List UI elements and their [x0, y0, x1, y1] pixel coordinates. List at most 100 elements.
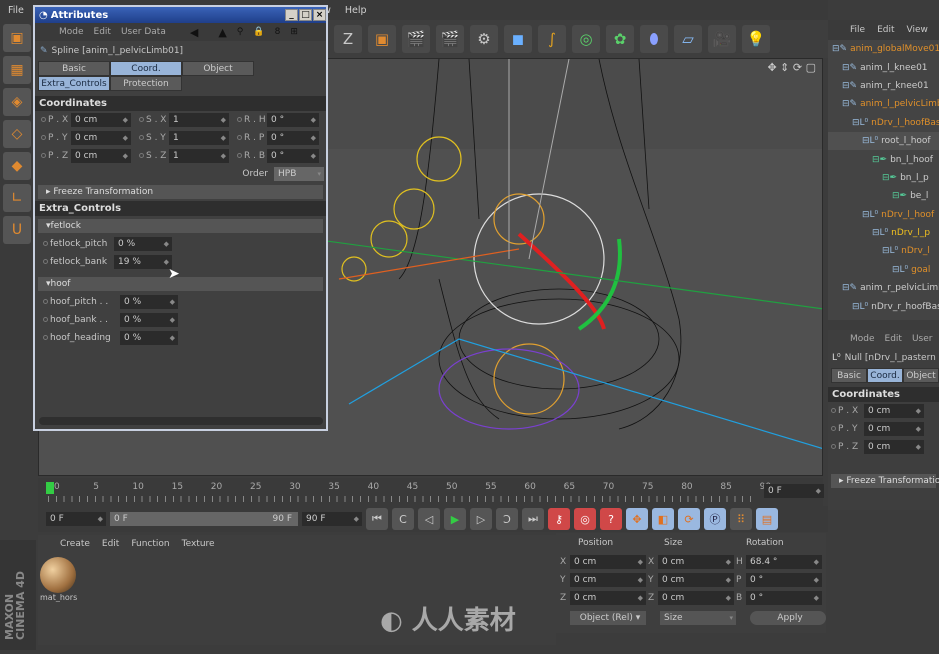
goto-start-icon[interactable]: ⏮: [366, 508, 388, 530]
points-icon[interactable]: ◈: [3, 88, 31, 116]
object-tree-item[interactable]: ⊟✎ anim_r_pelvicLimb: [828, 279, 939, 297]
animation-dot-icon[interactable]: [237, 135, 242, 140]
object-tree-item[interactable]: ⊟✎ anim_l_knee01: [828, 58, 939, 76]
maximize-button[interactable]: □: [299, 9, 312, 21]
mat-menu-edit[interactable]: Edit: [102, 539, 119, 549]
scale-key-icon[interactable]: ◧: [652, 508, 674, 530]
animation-dot-icon[interactable]: [43, 259, 48, 264]
object-tree-item[interactable]: ⊟L⁰ nDrv_l: [828, 242, 939, 260]
spinner-icon[interactable]: ◆: [123, 116, 128, 124]
menu-user-data[interactable]: User Data: [121, 27, 166, 37]
apply-button[interactable]: Apply: [750, 611, 826, 625]
start-frame-field[interactable]: 0 F ◆: [46, 512, 106, 526]
record-key-icon[interactable]: ⚷: [548, 508, 570, 530]
coord-manager-field[interactable]: 0 cm ◆: [570, 591, 646, 605]
menu-mode[interactable]: Mode: [59, 27, 84, 37]
nurbs-icon[interactable]: ◎: [572, 25, 600, 53]
spinner-icon[interactable]: ◆: [164, 258, 169, 266]
object-tree-item[interactable]: ⊟✎ anim_r_knee01: [828, 77, 939, 95]
tab-coord[interactable]: Coord.: [110, 61, 182, 76]
control-field[interactable]: 0 % ◆: [120, 295, 178, 309]
om-menu-view[interactable]: View: [907, 25, 928, 35]
object-tree-item[interactable]: ⊟✒ bn_l_p: [828, 169, 939, 187]
spinner-icon[interactable]: ◆: [354, 515, 359, 523]
end-frame-field[interactable]: 90 F ◆: [302, 512, 362, 526]
object-tree-item[interactable]: ⊟✎anim_l_pelvicLimb01: [828, 95, 939, 113]
render-settings-icon[interactable]: ⚙: [470, 25, 498, 53]
object-tree-item[interactable]: ⊟✎ anim_globalMove01: [828, 40, 939, 58]
object-tree-item[interactable]: ⊟✒ be_l: [828, 187, 939, 205]
autokey-icon[interactable]: ◎: [574, 508, 596, 530]
coord-manager-field[interactable]: 0 ° ◆: [746, 591, 822, 605]
coord-manager-field[interactable]: 0 cm ◆: [658, 573, 734, 587]
spinner-icon[interactable]: ◆: [123, 152, 128, 160]
coord-mode-dropdown[interactable]: Object (Rel) ▾: [570, 611, 646, 625]
animation-dot-icon[interactable]: [139, 135, 144, 140]
spinner-icon[interactable]: ◆: [164, 240, 169, 248]
attributes-titlebar[interactable]: ◔ Attributes _ □ ×: [35, 7, 326, 23]
spinner-icon[interactable]: ◆: [816, 487, 821, 495]
timeline[interactable]: 051015202530354045505560657075808590 0 F…: [38, 478, 824, 508]
animation-dot-icon[interactable]: [139, 117, 144, 122]
control-field[interactable]: 0 % ◆: [114, 237, 172, 251]
spinner-icon[interactable]: ◆: [726, 594, 731, 602]
spinner-icon[interactable]: ◆: [638, 594, 643, 602]
material-swatch[interactable]: mat_hors: [40, 557, 80, 602]
size-mode-dropdown[interactable]: Size ▾: [660, 611, 736, 625]
spinner-icon[interactable]: ◆: [638, 576, 643, 584]
axis-icon[interactable]: ∟: [3, 184, 31, 212]
object-tree-item[interactable]: ⊟L⁰ nDrv_l_hoofBase: [828, 114, 939, 132]
frame-range-slider[interactable]: 0 F 90 F: [110, 512, 298, 526]
animation-dot-icon[interactable]: [831, 408, 836, 413]
tab-extra-controls[interactable]: Extra_Controls: [38, 76, 110, 91]
spinner-icon[interactable]: ◆: [311, 116, 316, 124]
next-key-icon[interactable]: Ↄ: [496, 508, 518, 530]
spinner-icon[interactable]: ◆: [221, 116, 226, 124]
link-icon[interactable]: 8: [275, 27, 281, 37]
cube-icon[interactable]: ▣: [3, 24, 31, 52]
next-frame-icon[interactable]: ▷: [470, 508, 492, 530]
am-coord-field[interactable]: 0 cm ◆: [864, 422, 924, 436]
object-tree-item[interactable]: ⊟L⁰ root_l_hoof: [828, 131, 939, 151]
close-button[interactable]: ×: [313, 9, 326, 21]
am-menu-edit[interactable]: Edit: [885, 334, 902, 344]
fetlock-group[interactable]: ▾ fetlock: [38, 219, 323, 233]
edges-icon[interactable]: ◇: [3, 120, 31, 148]
coord-field[interactable]: 0 ° ◆: [267, 149, 319, 163]
horizontal-scrollbar[interactable]: [39, 417, 323, 425]
coord-field[interactable]: 1 ◆: [169, 113, 229, 127]
am-freeze-toggle[interactable]: ▸ Freeze Transformation: [831, 474, 939, 488]
coord-field[interactable]: 0 ° ◆: [267, 131, 319, 145]
z-icon[interactable]: Z: [334, 25, 362, 53]
coord-manager-field[interactable]: 0 cm ◆: [658, 591, 734, 605]
play-icon[interactable]: ▶: [444, 508, 466, 530]
spinner-icon[interactable]: ◆: [98, 515, 103, 523]
floor-icon[interactable]: ▱: [674, 25, 702, 53]
animation-dot-icon[interactable]: [831, 444, 836, 449]
search-icon[interactable]: ⚲: [237, 27, 244, 37]
object-tree-item[interactable]: ⊟L⁰ nDrv_l_p: [828, 224, 939, 242]
render-view-icon[interactable]: 🎬: [402, 25, 430, 53]
prev-key-icon[interactable]: C: [392, 508, 414, 530]
am-menu-user[interactable]: User: [912, 334, 933, 344]
spinner-icon[interactable]: ◆: [311, 134, 316, 142]
mat-menu-create[interactable]: Create: [60, 539, 90, 549]
coord-manager-field[interactable]: 68.4 ° ◆: [746, 555, 822, 569]
playhead[interactable]: [46, 482, 54, 494]
tab-protection[interactable]: Protection: [110, 76, 182, 91]
coord-field[interactable]: 1 ◆: [169, 149, 229, 163]
hoof-group[interactable]: ▾ hoof: [38, 277, 323, 291]
tab-object[interactable]: Object: [182, 61, 254, 76]
control-field[interactable]: 19 % ◆: [114, 255, 172, 269]
goto-end-icon[interactable]: ⏭: [522, 508, 544, 530]
spinner-icon[interactable]: ◆: [638, 558, 643, 566]
animation-dot-icon[interactable]: [831, 426, 836, 431]
coord-manager-field[interactable]: 0 cm ◆: [570, 573, 646, 587]
coord-field[interactable]: 0 cm ◆: [71, 113, 131, 127]
menu-help[interactable]: Help: [345, 5, 367, 16]
pla-key-icon[interactable]: ⠿: [730, 508, 752, 530]
new-window-icon[interactable]: ⊞: [290, 27, 298, 37]
menu-file[interactable]: File: [8, 5, 24, 16]
spinner-icon[interactable]: ◆: [170, 298, 175, 306]
light-icon[interactable]: 💡: [742, 25, 770, 53]
